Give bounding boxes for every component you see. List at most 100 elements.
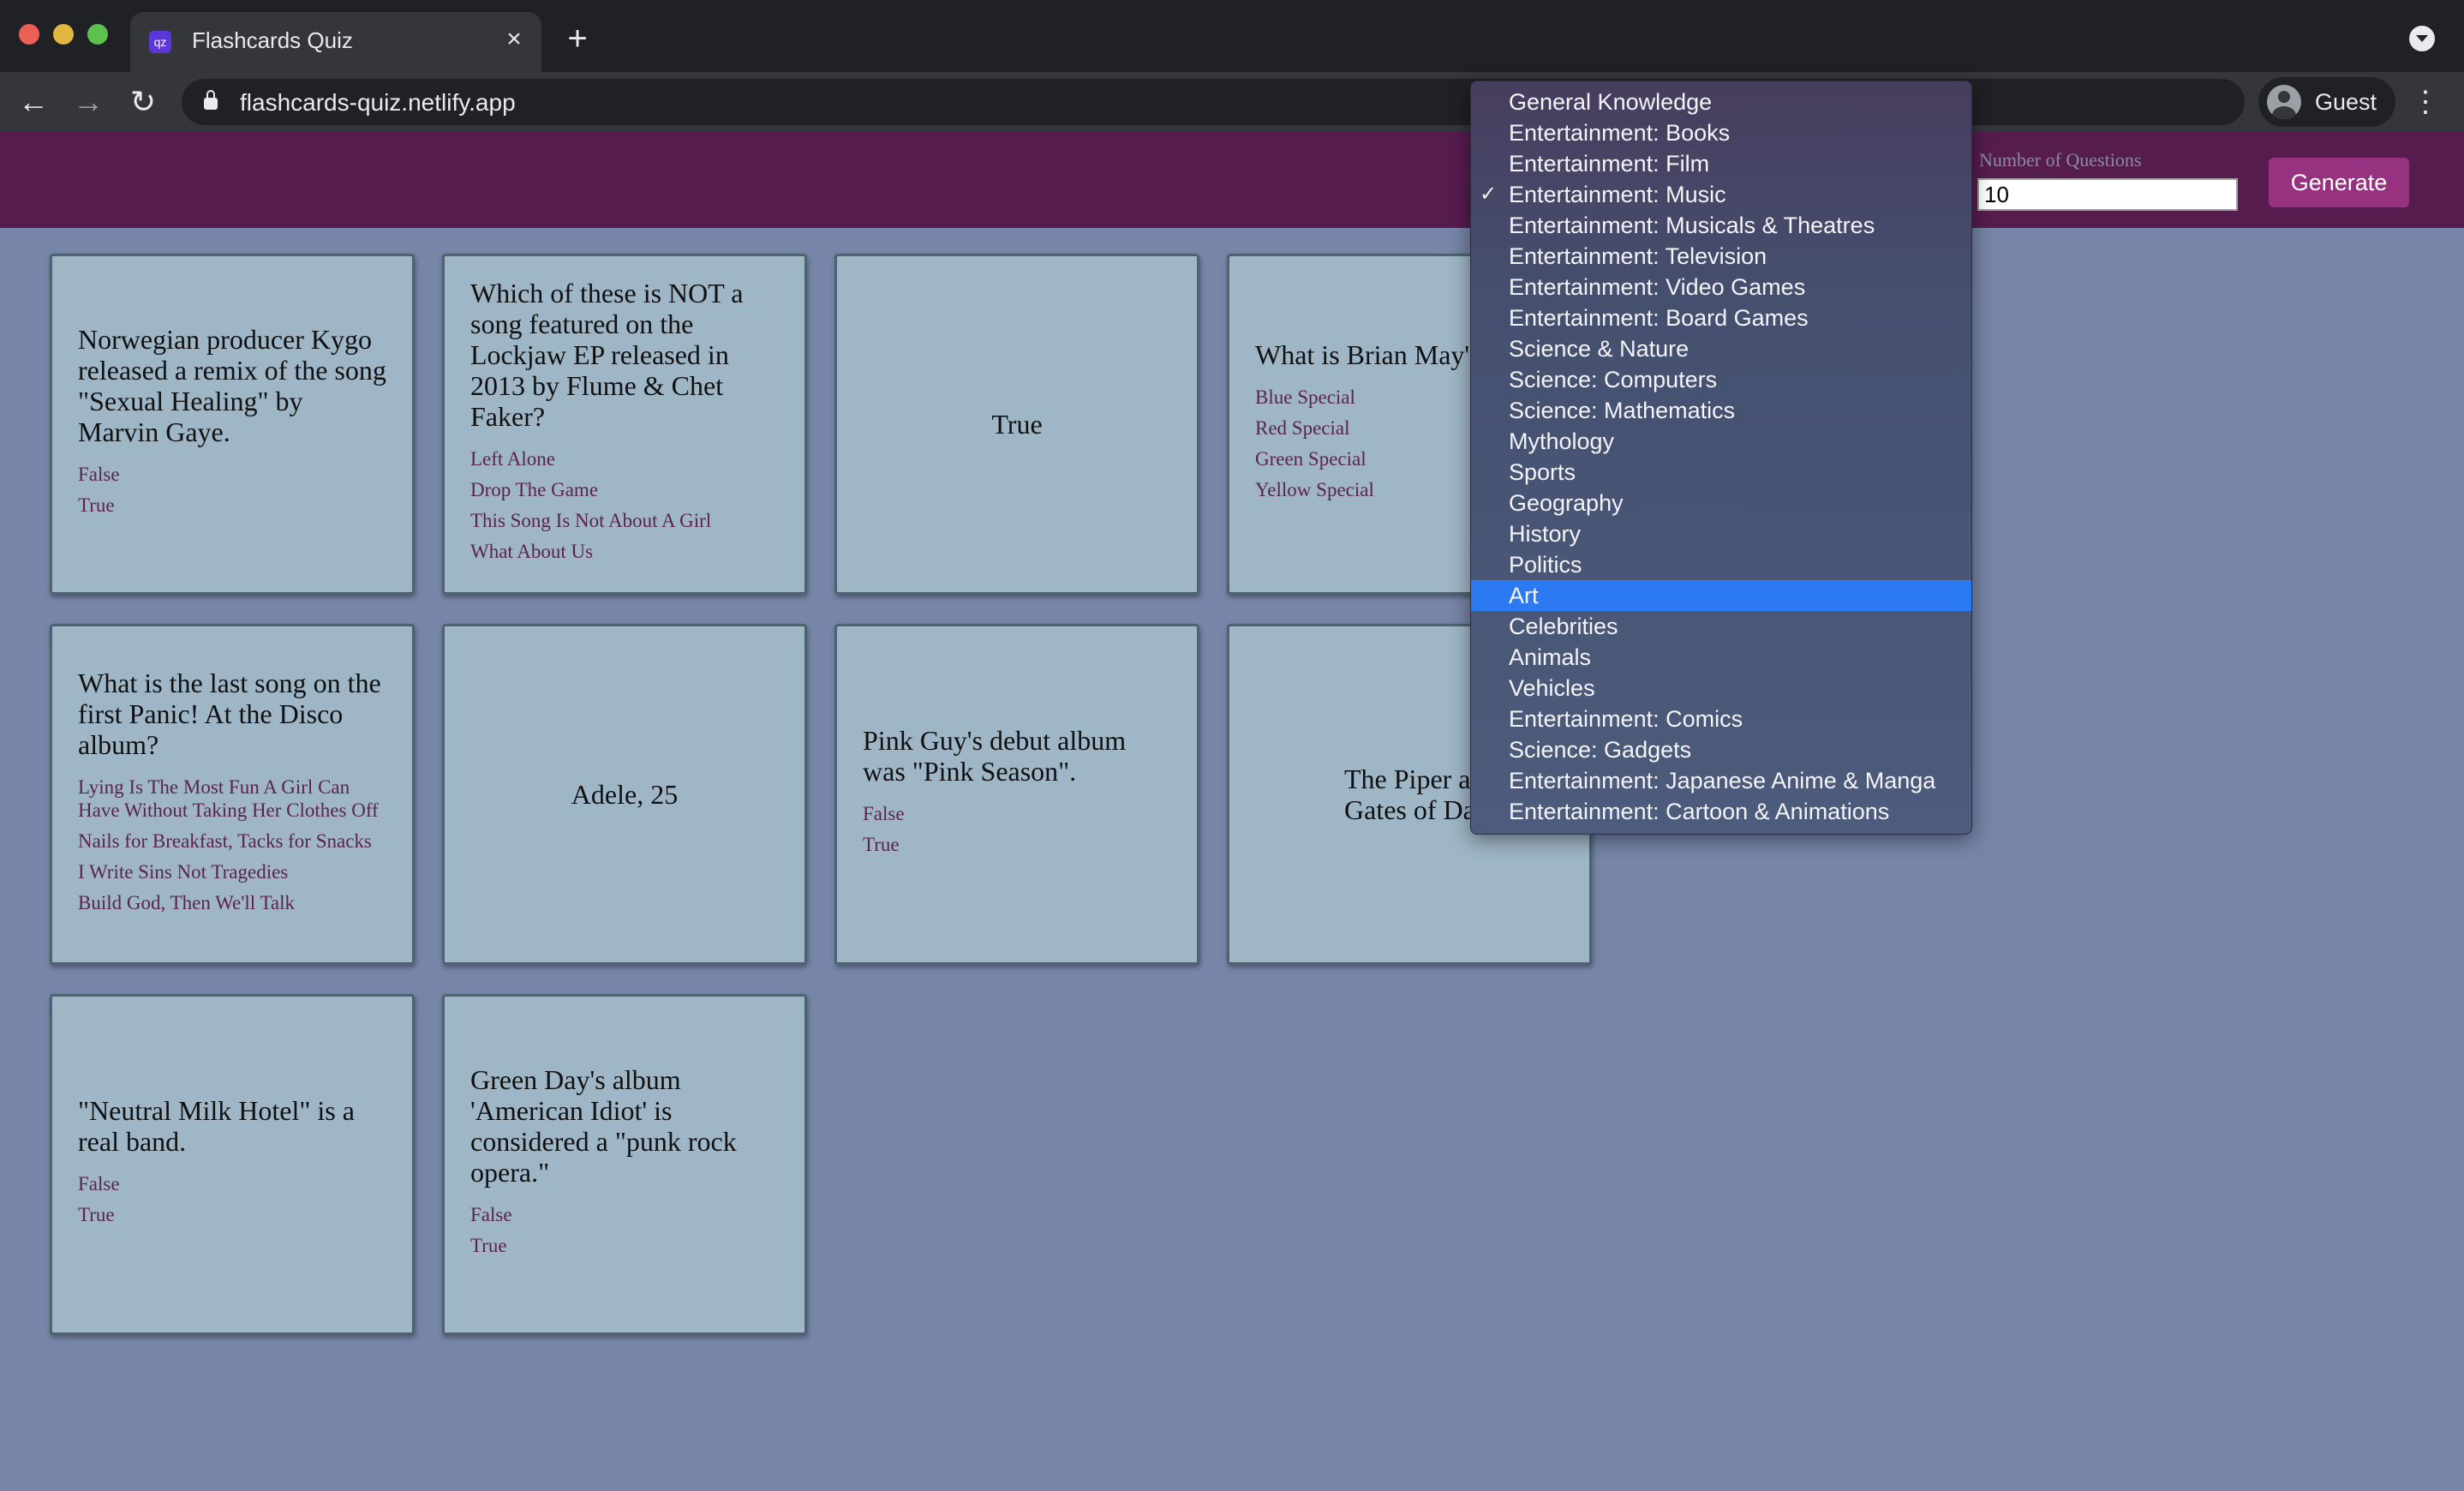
avatar-icon <box>2267 85 2301 119</box>
tab-title: Flashcards Quiz <box>192 27 353 53</box>
category-option-label: General Knowledge <box>1509 89 1713 115</box>
category-option-label: Entertainment: Board Games <box>1509 305 1809 331</box>
card-option: Left Alone <box>470 448 555 470</box>
category-option[interactable]: Vehicles <box>1471 673 1971 704</box>
card-option: True <box>863 834 900 855</box>
category-option[interactable]: Politics <box>1471 549 1971 580</box>
browser-menu-icon[interactable]: ⋮ <box>2411 82 2440 122</box>
category-option[interactable]: Sports <box>1471 457 1971 488</box>
flashcard[interactable]: "Neutral Milk Hotel" is a real band. Fal… <box>50 994 415 1335</box>
forward-icon[interactable]: → <box>67 81 110 123</box>
category-option-label: Vehicles <box>1509 675 1595 701</box>
card-question: What is the last song on the first Panic… <box>78 667 381 760</box>
profile-button[interactable]: Guest <box>2258 77 2395 127</box>
card-option: True <box>78 1204 115 1225</box>
category-option-label: Entertainment: Comics <box>1509 706 1743 732</box>
checkmark-icon: ✓ <box>1480 183 1498 206</box>
category-option-label: Science: Mathematics <box>1509 398 1736 423</box>
flashcard[interactable]: What is the last song on the first Panic… <box>50 624 415 965</box>
card-question: Which of these is NOT a song featured on… <box>470 278 744 432</box>
category-option[interactable]: Animals <box>1471 642 1971 673</box>
category-option[interactable]: Entertainment: Books <box>1471 117 1971 148</box>
category-option-label: Entertainment: Books <box>1509 120 1731 146</box>
category-option-label: Mythology <box>1509 428 1615 454</box>
flashcard[interactable]: Which of these is NOT a song featured on… <box>442 254 807 595</box>
category-option[interactable]: Geography <box>1471 488 1971 518</box>
card-option: False <box>78 464 120 485</box>
card-question: "Neutral Milk Hotel" is a real band. <box>78 1095 355 1157</box>
card-option: False <box>863 803 905 824</box>
category-option[interactable]: Science: Computers <box>1471 364 1971 395</box>
category-option-label: Science: Gadgets <box>1509 737 1692 763</box>
category-option[interactable]: Entertainment: Cartoon & Animations <box>1471 796 1971 827</box>
minimize-window-button[interactable] <box>53 24 74 45</box>
category-dropdown-menu[interactable]: General Knowledge Entertainment: Books Ent… <box>1470 81 1972 835</box>
card-option: This Song Is Not About A Girl <box>470 510 712 531</box>
card-option: Lying Is The Most Fun A Girl Can Have Wi… <box>78 775 379 821</box>
flashcard[interactable]: Pink Guy's debut album was "Pink Season"… <box>834 624 1199 965</box>
category-option[interactable]: Science: Mathematics <box>1471 395 1971 426</box>
category-option-label: Entertainment: Cartoon & Animations <box>1509 799 1890 824</box>
card-option: What About Us <box>470 541 594 562</box>
browser-titlebar: qz Flashcards Quiz × + <box>0 0 2464 72</box>
category-option[interactable]: Art <box>1471 580 1971 611</box>
category-option[interactable]: Mythology <box>1471 426 1971 457</box>
card-option: True <box>78 494 115 516</box>
category-option[interactable]: Entertainment: Comics <box>1471 704 1971 734</box>
close-tab-icon[interactable]: × <box>499 24 529 55</box>
category-option-label: Entertainment: Film <box>1509 151 1710 177</box>
category-option[interactable]: General Knowledge <box>1471 87 1971 117</box>
category-option[interactable]: Entertainment: Film <box>1471 148 1971 179</box>
category-option[interactable]: Entertainment: Japanese Anime & Manga <box>1471 765 1971 796</box>
lock-icon[interactable] <box>204 90 218 110</box>
card-option: Build God, Then We'll Talk <box>78 891 296 913</box>
category-option[interactable]: Science & Nature <box>1471 333 1971 364</box>
category-option-label: Entertainment: Music <box>1509 182 1726 207</box>
category-option-label: History <box>1509 521 1582 547</box>
number-of-questions-input[interactable] <box>1977 178 2238 211</box>
tab-search-icon[interactable] <box>2409 26 2435 51</box>
category-option[interactable]: Science: Gadgets <box>1471 734 1971 765</box>
number-of-questions-label: Number of Questions <box>1979 149 2142 171</box>
browser-tab[interactable]: qz Flashcards Quiz × <box>130 12 541 72</box>
category-option-label: Art <box>1509 583 1539 608</box>
category-option-label: Science: Computers <box>1509 367 1718 392</box>
category-option-label: Entertainment: Japanese Anime & Manga <box>1509 768 1936 793</box>
card-options: Left Alone Drop The Game This Song Is No… <box>470 447 779 571</box>
app-header: Number of Questions Generate <box>0 132 2464 228</box>
category-option[interactable]: Entertainment: Video Games <box>1471 272 1971 302</box>
flashcard[interactable]: Green Day's album 'American Idiot' is co… <box>442 994 807 1335</box>
card-options: False True <box>863 802 1171 864</box>
category-option[interactable]: Entertainment: Television <box>1471 241 1971 272</box>
category-option-label: Politics <box>1509 552 1582 578</box>
category-option-label: Entertainment: Musicals & Theatres <box>1509 213 1875 238</box>
card-options: Lying Is The Most Fun A Girl Can Have Wi… <box>78 775 386 922</box>
category-option[interactable]: Celebrities <box>1471 611 1971 642</box>
card-answer: Adele, 25 <box>571 778 679 810</box>
category-option[interactable]: Entertainment: Musicals & Theatres <box>1471 210 1971 241</box>
card-option: False <box>470 1204 512 1225</box>
category-option[interactable]: Entertainment: Board Games <box>1471 302 1971 333</box>
category-option-label: Geography <box>1509 490 1624 516</box>
category-option-label: Animals <box>1509 644 1592 670</box>
category-option-label: Science & Nature <box>1509 336 1690 362</box>
generate-button[interactable]: Generate <box>2269 158 2409 207</box>
reload-icon[interactable]: ↻ <box>122 81 164 123</box>
card-question: Green Day's album 'American Idiot' is co… <box>470 1064 737 1188</box>
close-window-button[interactable] <box>19 24 39 45</box>
url-text[interactable]: flashcards-quiz.netlify.app <box>240 89 516 117</box>
flashcard[interactable]: Norwegian producer Kygo released a remix… <box>50 254 415 595</box>
card-answer: True <box>991 408 1043 440</box>
new-tab-icon[interactable]: + <box>560 21 595 57</box>
profile-label: Guest <box>2315 89 2377 115</box>
flashcard[interactable]: Adele, 25 <box>442 624 807 965</box>
back-icon[interactable]: ← <box>12 81 55 123</box>
flashcard[interactable]: True <box>834 254 1199 595</box>
category-option[interactable]: ✓ Entertainment: Music <box>1471 179 1971 210</box>
maximize-window-button[interactable] <box>87 24 108 45</box>
card-option: Drop The Game <box>470 479 599 500</box>
card-question: Norwegian producer Kygo released a remix… <box>78 324 386 447</box>
category-option[interactable]: History <box>1471 518 1971 549</box>
card-option: True <box>470 1235 507 1256</box>
favicon-icon: qz <box>149 31 171 53</box>
